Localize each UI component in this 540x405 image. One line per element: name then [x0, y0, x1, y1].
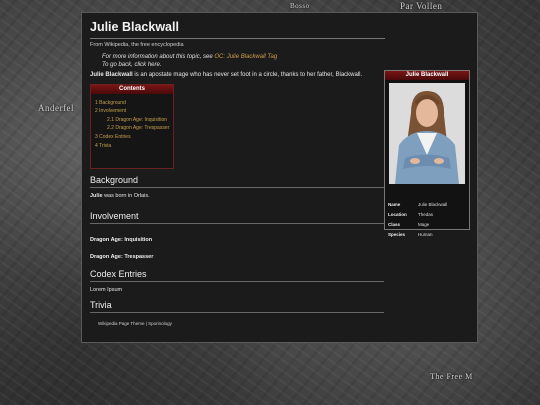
section-rule-codex — [90, 281, 384, 282]
hatnote-tag-link[interactable]: OC: Julie Blackwall Tag — [214, 54, 277, 60]
page-tagline: From Wikipedia, the free encyclopedia — [90, 42, 184, 48]
infobox-row-species: Species Human — [388, 232, 433, 237]
section-rule-background — [90, 187, 384, 188]
map-label-top-right: Par Vollen — [400, 1, 443, 11]
subheading-trespasser: Dragon Age: Trespasser — [90, 254, 154, 260]
map-label-left: Anderfel — [38, 103, 74, 113]
page-title: Julie Blackwall — [90, 20, 179, 34]
map-label-bottom-right: The Free M — [430, 372, 473, 381]
codex-text: Lorem Ipsum — [90, 287, 123, 293]
intro-text: is an apostate mage who has never set fo… — [132, 72, 363, 78]
title-divider — [90, 38, 385, 39]
subheading-inquisition: Dragon Age: Inquisition — [90, 237, 153, 243]
toc-item-trespasser[interactable]: 2.2 Dragon Age: Trespasser — [107, 125, 169, 131]
hatnote-back-text: To go back, click — [102, 61, 148, 68]
infobox-row-name: Name Julie Blackwall — [388, 202, 448, 207]
section-rule-involvement — [90, 223, 384, 224]
theme-credit[interactable]: Wikipedia Page Theme | Sporinology — [98, 321, 172, 326]
intro-paragraph: Julie Blackwall is an apostate mage who … — [90, 72, 362, 78]
infobox-row-location: Location Thedas — [388, 212, 434, 217]
toc-item-background[interactable]: 1 Background — [95, 100, 126, 106]
portrait-image — [389, 83, 465, 184]
hatnote: For more information about this topic, s… — [102, 54, 278, 68]
section-rule-trivia — [90, 312, 384, 313]
hatnote-back-link[interactable]: here — [148, 62, 160, 68]
section-heading-codex: Codex Entries — [90, 269, 147, 279]
article-page: Julie Blackwall From Wikipedia, the free… — [81, 12, 478, 343]
toc-title: Contents — [91, 85, 173, 94]
character-infobox: Julie Blackwall Name Julie Blackwall Loca… — [384, 70, 470, 237]
character-portrait — [389, 83, 465, 184]
toc-item-codex[interactable]: 3 Codex Entries — [95, 134, 131, 140]
intro-name: Julie Blackwall — [90, 72, 133, 78]
hatnote-text: For more information about this topic, s… — [102, 54, 215, 60]
infobox-title: Julie Blackwall — [385, 71, 469, 80]
infobox-row-class: Class Mage — [388, 222, 430, 227]
section-heading-involvement: Involvement — [90, 211, 139, 221]
map-label-top-left: Bosso — [290, 2, 310, 10]
toc-item-trivia[interactable]: 4 Trivia — [95, 143, 111, 149]
section-heading-trivia: Trivia — [90, 300, 112, 310]
toc-item-involvement[interactable]: 2 Involvement — [95, 108, 126, 114]
background-text: Julie was born in Orlais. — [90, 193, 150, 199]
toc-item-inquisition[interactable]: 2.1 Dragon Age: Inquisition — [107, 117, 167, 123]
section-heading-background: Background — [90, 175, 139, 185]
table-of-contents: Contents 1 Background 2 Involvement 2.1 … — [90, 84, 174, 169]
